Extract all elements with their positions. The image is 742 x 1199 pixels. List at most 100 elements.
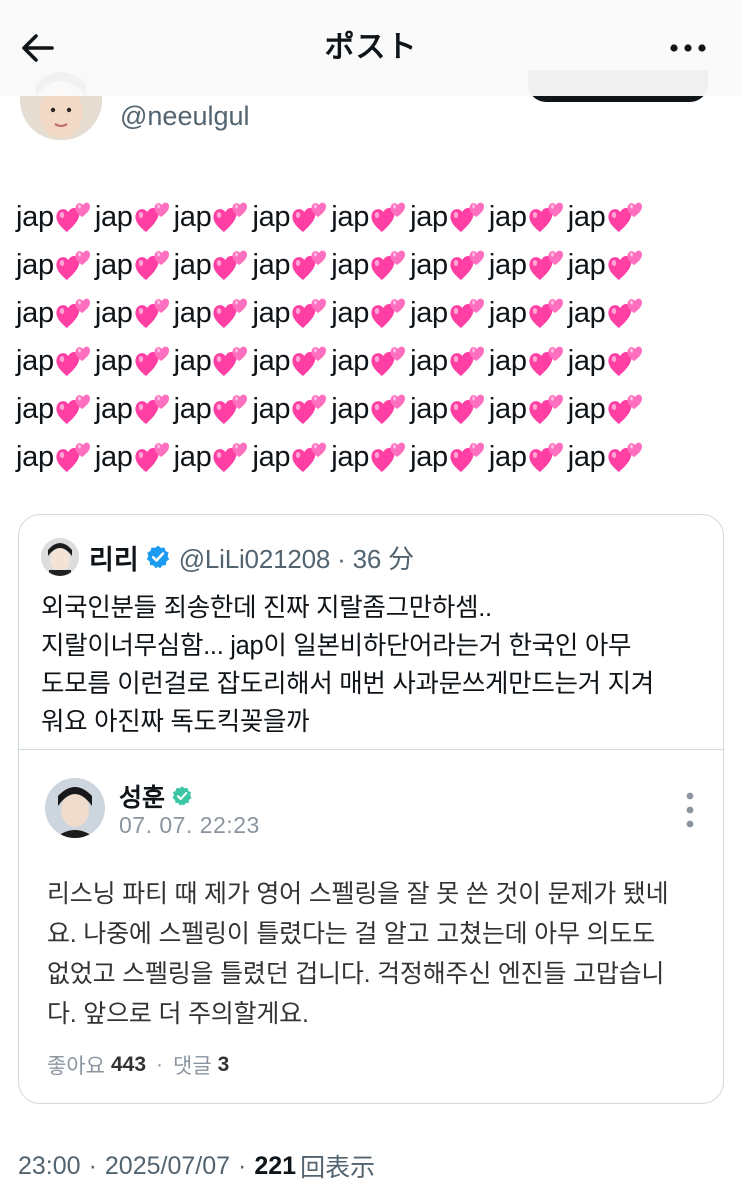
two-hearts-icon	[448, 390, 490, 426]
two-hearts-icon	[606, 198, 648, 234]
page-title: ポスト	[324, 31, 418, 64]
embed-text-line: 없었고 스펠링을 틀렸던 겁니다. 걱정해주신 엔진들 고맙습니	[47, 960, 665, 988]
post-word: jap	[173, 249, 212, 281]
post-word-unit: jap	[252, 342, 331, 378]
quoted-post-card[interactable]: 리리 @LiLi021208 · 36 分 외국인분들 죄송한데 진짜 지랄좀그…	[18, 514, 724, 1104]
separator-dot: ·	[238, 1151, 247, 1180]
separator-dot: ·	[88, 1151, 97, 1180]
post-word: jap	[488, 345, 527, 377]
more-options-button[interactable]	[668, 28, 708, 68]
top-app-bar: ポスト	[0, 0, 742, 96]
post-word-unit: jap	[568, 294, 647, 330]
post-word-unit: jap	[568, 246, 647, 282]
post-word-unit: jap	[95, 390, 174, 426]
quoted-author-avatar	[41, 538, 79, 576]
two-hearts-icon	[133, 198, 175, 234]
post-word-unit: jap	[489, 438, 568, 474]
post-word: jap	[331, 345, 370, 377]
post-word-unit: jap	[95, 246, 174, 282]
author-handle[interactable]: @neeulgul	[120, 98, 250, 134]
embed-stats: 좋아요 443 · 댓글 3	[47, 1050, 229, 1080]
likes-label: 좋아요	[47, 1055, 105, 1078]
post-text-line: jap jap jap jap jap jap jap jap	[16, 186, 728, 234]
embed-author-avatar	[45, 778, 105, 838]
two-hearts-icon	[133, 438, 175, 474]
post-word-unit: jap	[252, 294, 331, 330]
post-word: jap	[173, 345, 212, 377]
post-word: jap	[410, 249, 448, 281]
quoted-post-header: 리리 @LiLi021208 · 36 分	[41, 537, 414, 577]
post-word: jap	[488, 441, 527, 473]
post-word: jap	[16, 345, 54, 377]
quoted-text-line: 지랄이너무심함... jap이 일본비하단어라는거 한국인 아무	[41, 632, 632, 660]
two-hearts-icon	[448, 198, 490, 234]
two-hearts-icon	[448, 246, 490, 282]
verified-badge-icon	[146, 545, 169, 569]
post-word: jap	[252, 441, 291, 473]
two-hearts-icon	[527, 246, 569, 282]
two-hearts-icon	[369, 390, 411, 426]
quoted-text-line: 외국인분들 죄송한데 진짜 지랄좀그만하셈..	[41, 594, 492, 622]
two-hearts-icon	[133, 342, 175, 378]
post-word-unit: jap	[16, 438, 95, 474]
post-word: jap	[252, 393, 291, 425]
post-word: jap	[331, 297, 370, 329]
post-text-line: jap jap jap jap jap jap jap jap	[16, 234, 728, 282]
post-word-unit: jap	[331, 294, 410, 330]
post-word-unit: jap	[95, 342, 174, 378]
likes-count: 443	[110, 1053, 147, 1076]
two-hearts-icon	[606, 342, 648, 378]
post-word: jap	[173, 297, 212, 329]
post-word: jap	[252, 297, 291, 329]
post-word: jap	[94, 393, 133, 425]
post-word-unit: jap	[16, 294, 95, 330]
post-word: jap	[567, 345, 606, 377]
post-word-unit: jap	[16, 342, 95, 378]
post-text-line: jap jap jap jap jap jap jap jap	[16, 426, 728, 474]
two-hearts-icon	[527, 198, 569, 234]
post-word-unit: jap	[174, 390, 253, 426]
post-word-unit: jap	[331, 390, 410, 426]
quoted-author-name: 리리	[89, 544, 139, 575]
post-word: jap	[331, 201, 370, 233]
two-hearts-icon	[211, 342, 253, 378]
post-word: jap	[567, 201, 606, 233]
post-word-unit: jap	[489, 294, 568, 330]
two-hearts-icon	[133, 390, 175, 426]
post-word: jap	[410, 297, 448, 329]
post-word: jap	[16, 441, 54, 473]
two-hearts-icon	[290, 342, 332, 378]
post-word-unit: jap	[410, 390, 489, 426]
two-hearts-icon	[448, 438, 490, 474]
post-word: jap	[331, 249, 370, 281]
post-word-unit: jap	[174, 438, 253, 474]
two-hearts-icon	[133, 294, 175, 330]
post-word-unit: jap	[410, 246, 489, 282]
two-hearts-icon	[606, 246, 648, 282]
post-word-unit: jap	[252, 390, 331, 426]
post-word: jap	[173, 393, 212, 425]
quoted-text-line: 도모름 이런걸로 잡도리해서 매번 사과문쓰게만드는거 지겨	[41, 670, 654, 698]
two-hearts-icon	[54, 246, 96, 282]
post-word-unit: jap	[568, 342, 647, 378]
more-horizontal-icon	[670, 44, 706, 52]
embed-text-line: 요. 나중에 스펠링이 틀렸다는 걸 알고 고쳤는데 아무 의도도	[47, 920, 655, 948]
post-word-unit: jap	[410, 198, 489, 234]
two-hearts-icon	[369, 198, 411, 234]
post-word: jap	[173, 441, 212, 473]
two-hearts-icon	[54, 294, 96, 330]
post-word: jap	[252, 201, 291, 233]
two-hearts-icon	[527, 438, 569, 474]
two-hearts-icon	[54, 342, 96, 378]
embed-text-line: 다. 앞으로 더 주의할게요.	[47, 1000, 309, 1028]
two-hearts-icon	[290, 438, 332, 474]
embed-author-name-text: 성훈	[119, 784, 166, 812]
two-hearts-icon	[527, 294, 569, 330]
two-hearts-icon	[527, 390, 569, 426]
quoted-post-text: 외국인분들 죄송한데 진짜 지랄좀그만하셈.. 지랄이너무심함... jap이 …	[41, 589, 711, 741]
post-word: jap	[173, 201, 212, 233]
post-word: jap	[567, 249, 606, 281]
post-word-unit: jap	[568, 438, 647, 474]
post-word: jap	[94, 201, 133, 233]
post-word: jap	[94, 249, 133, 281]
